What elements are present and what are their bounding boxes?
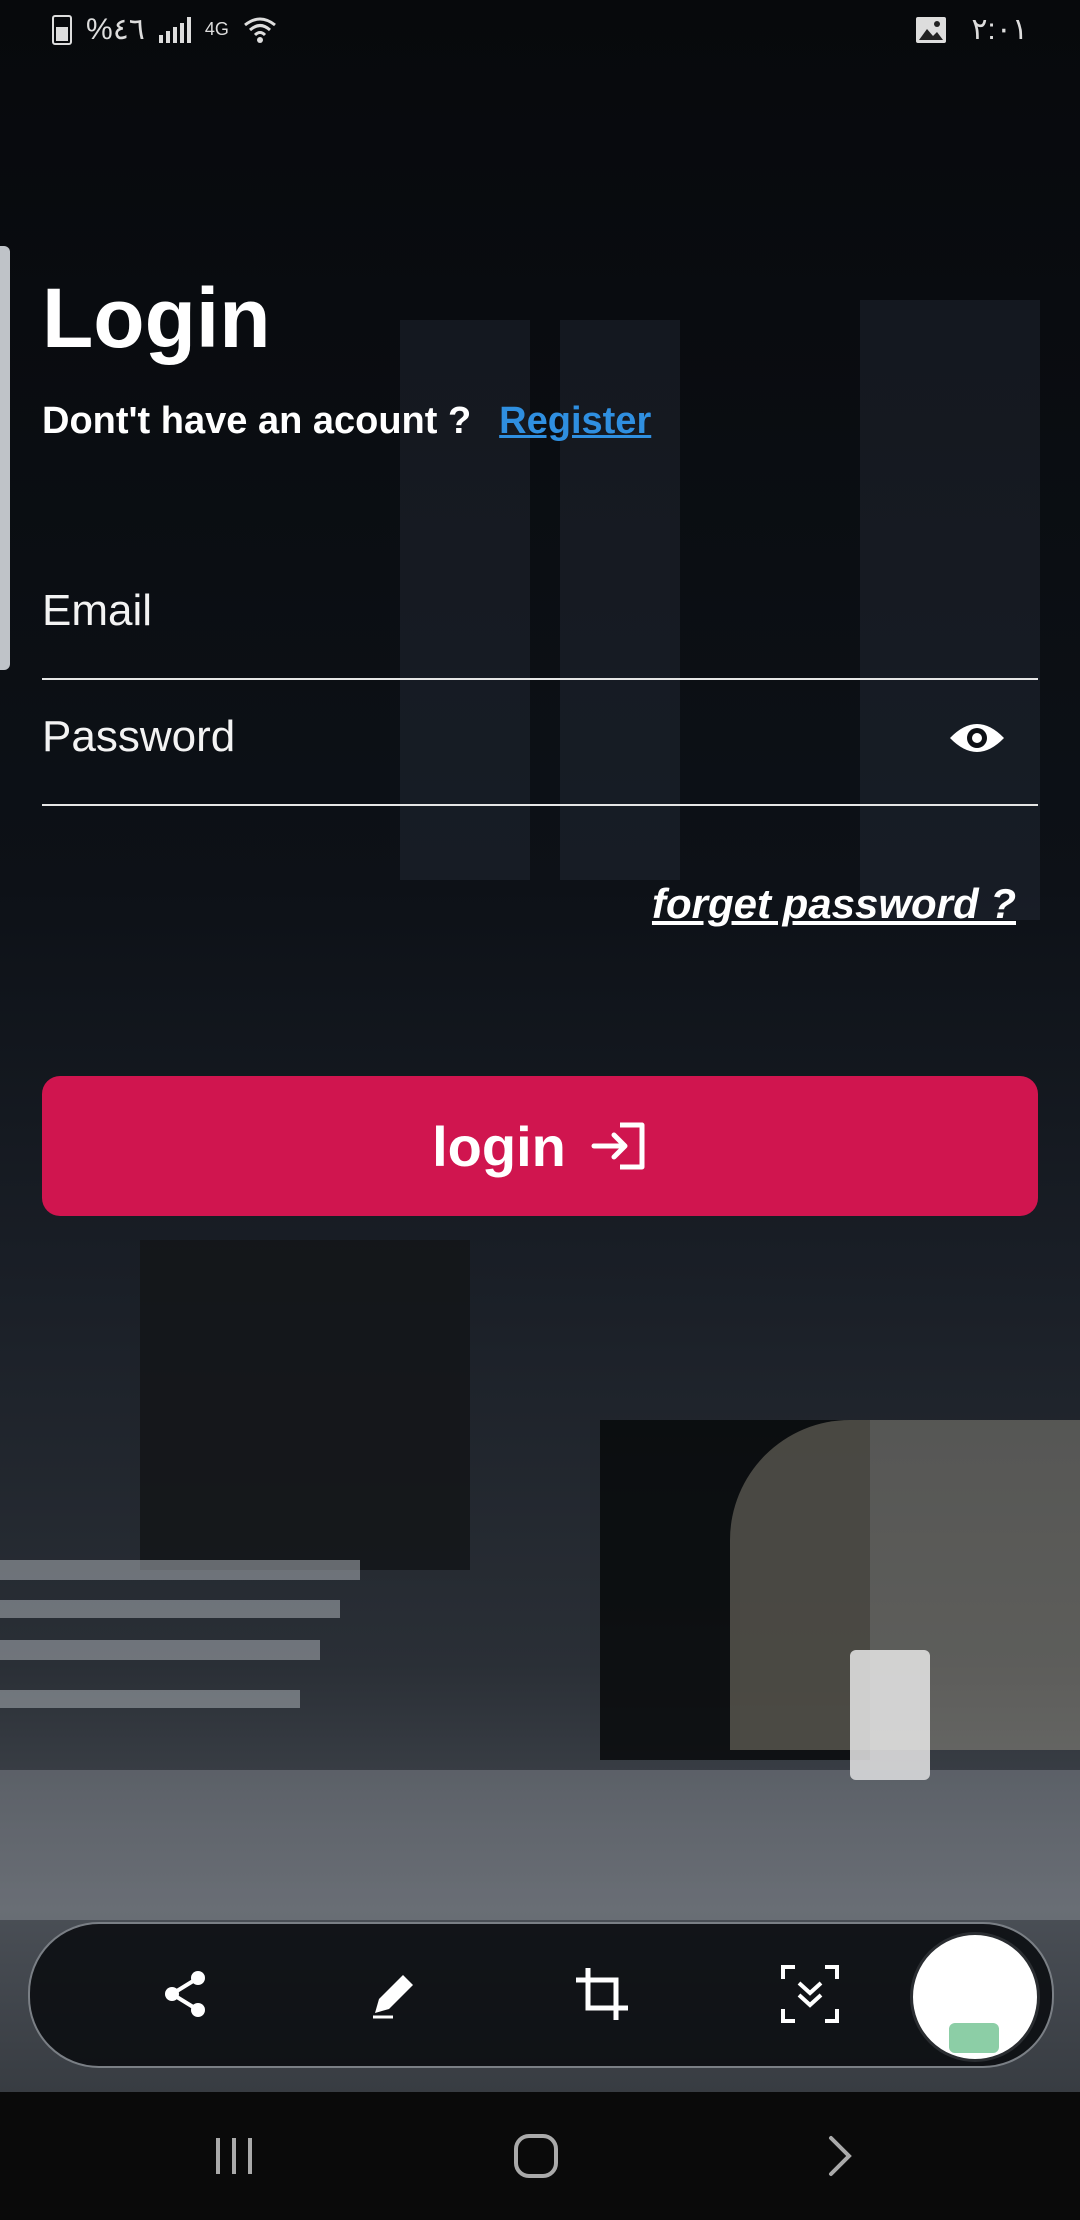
edge-panel-handle[interactable] (0, 246, 10, 670)
status-right: ٢:٠١ (915, 12, 1028, 47)
forgot-password-link[interactable]: forget password ? (652, 880, 1016, 928)
password-placeholder: Password (42, 712, 236, 761)
back-icon[interactable] (810, 2126, 870, 2186)
status-bar: %٤٦ 4G ٢:٠١ (0, 0, 1080, 60)
wifi-icon (244, 17, 276, 43)
email-field[interactable]: Email (42, 580, 1038, 680)
signup-prompt-row: Dont't have an acount ? Register (42, 400, 651, 443)
battery-icon (52, 14, 72, 45)
password-field[interactable]: Password (42, 700, 1038, 806)
gallery-icon (916, 16, 947, 43)
battery-percent: %٤٦ (86, 13, 145, 46)
status-left: %٤٦ 4G (52, 12, 277, 47)
clock: ٢:٠١ (971, 13, 1028, 46)
edit-icon[interactable] (358, 1958, 430, 2030)
page-title: Login (42, 271, 271, 365)
share-icon[interactable] (150, 1958, 222, 2030)
screenshot-thumbnail[interactable] (910, 1932, 1040, 2062)
login-arrow-icon (591, 1122, 645, 1170)
scroll-capture-icon[interactable] (774, 1958, 846, 2030)
eye-icon[interactable] (948, 718, 1006, 758)
signal-icon (158, 16, 191, 43)
signup-prompt: Dont't have an acount ? (42, 400, 472, 442)
system-navigation-bar (0, 2092, 1080, 2220)
email-placeholder: Email (42, 586, 153, 635)
network-label: 4G (204, 19, 229, 39)
screenshot-toolbar (28, 1922, 1054, 2068)
home-icon[interactable] (506, 2126, 566, 2186)
register-link[interactable]: Register (499, 400, 651, 443)
login-button[interactable]: login (42, 1076, 1038, 1216)
login-button-label: login (432, 1114, 566, 1178)
recent-apps-icon[interactable] (204, 2126, 264, 2186)
crop-icon[interactable] (566, 1958, 638, 2030)
